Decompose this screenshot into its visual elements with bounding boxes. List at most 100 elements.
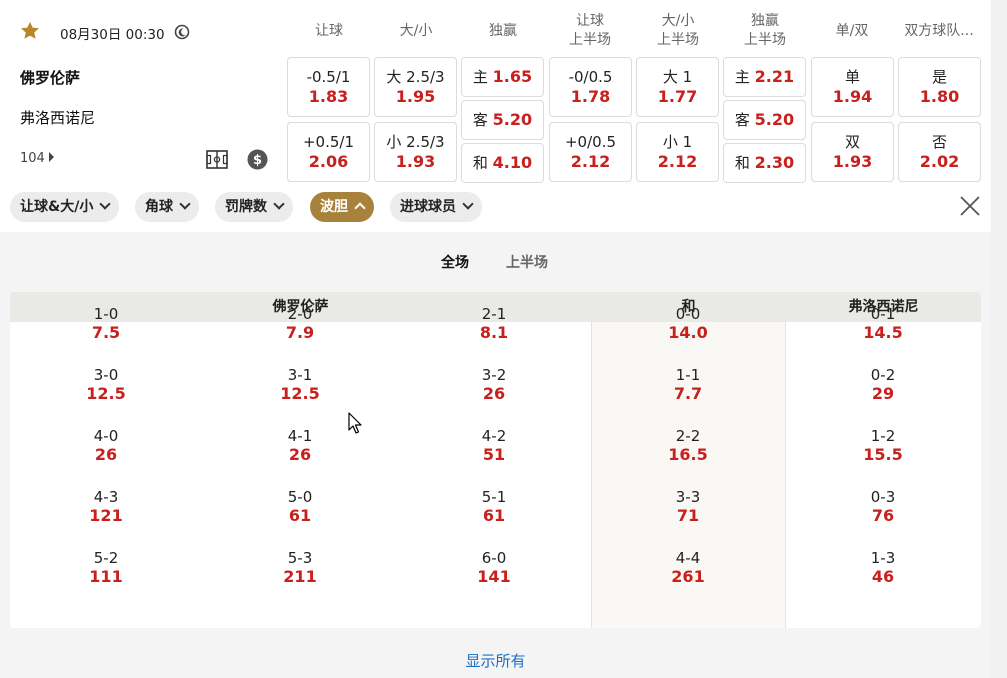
score-odds: 76 — [871, 506, 895, 525]
odds-value: 1.93 — [395, 152, 436, 171]
score-label: 5-3 — [287, 549, 313, 567]
odds-button[interactable]: 主 1.65 — [461, 57, 544, 97]
odds-button[interactable]: 是 1.80 — [898, 57, 981, 117]
score-odds: 16.5 — [668, 445, 708, 464]
odds-button[interactable]: 单 1.94 — [811, 57, 894, 117]
score-odds: 111 — [89, 567, 123, 586]
odds-button[interactable]: 否 2.02 — [898, 122, 981, 182]
score-cell[interactable]: 4-0 26 — [46, 427, 166, 465]
score-cell[interactable]: 1-1 7.7 — [628, 366, 748, 404]
score-cell[interactable]: 3-3 71 — [628, 488, 748, 526]
score-odds: 14.5 — [863, 323, 903, 342]
score-label: 1-3 — [870, 549, 896, 567]
chip-label: 罚牌数 — [225, 199, 267, 215]
score-label: 5-2 — [93, 549, 119, 567]
score-odds: 7.9 — [285, 323, 315, 342]
odds-button[interactable]: 小 2.5/3 1.93 — [374, 122, 457, 182]
score-cell[interactable]: 2-2 16.5 — [628, 427, 748, 465]
chip-label: 让球&大/小 — [20, 199, 94, 215]
score-label: 1-1 — [675, 366, 701, 384]
odds-button[interactable]: 客 5.20 — [461, 100, 544, 140]
mouse-cursor-icon — [348, 412, 362, 434]
odds-line: 主 — [734, 68, 750, 86]
odds-button[interactable]: 和 4.10 — [461, 143, 544, 183]
odds-button[interactable]: -0/0.5 1.78 — [549, 57, 632, 117]
score-cell[interactable]: 5-0 61 — [240, 488, 360, 526]
odds-button[interactable]: +0/0.5 2.12 — [549, 122, 632, 182]
score-label: 0-3 — [870, 488, 896, 506]
odds-value: 2.02 — [919, 152, 960, 171]
score-cell[interactable]: 3-2 26 — [434, 366, 554, 404]
tab-first-half[interactable]: 上半场 — [506, 252, 548, 272]
favorite-star-icon[interactable] — [19, 20, 41, 42]
svg-text:$: $ — [253, 153, 262, 168]
score-cell[interactable]: 4-3 121 — [46, 488, 166, 526]
odds-button[interactable]: -0.5/1 1.83 — [287, 57, 370, 117]
chevron-down-icon — [273, 198, 285, 210]
score-cell[interactable]: 0-0 14.0 — [628, 305, 748, 343]
score-label: 4-3 — [93, 488, 119, 506]
score-cell[interactable]: 1-2 15.5 — [823, 427, 943, 465]
filter-chip-cards[interactable]: 罚牌数 — [215, 192, 293, 222]
score-label: 4-4 — [675, 549, 701, 567]
odds-value: 1.78 — [570, 87, 611, 106]
show-all-link[interactable]: 显示所有 — [0, 650, 991, 671]
score-cell[interactable]: 4-2 51 — [434, 427, 554, 465]
scrollbar-track[interactable] — [991, 0, 1007, 678]
chip-label: 波胆 — [320, 199, 348, 215]
score-cell[interactable]: 2-0 7.9 — [240, 305, 360, 343]
more-markets-link[interactable]: 104 — [20, 151, 54, 166]
score-cell[interactable]: 0-2 29 — [823, 366, 943, 404]
odds-button[interactable]: 大 2.5/3 1.95 — [374, 57, 457, 117]
odds-button[interactable]: 大 1 1.77 — [636, 57, 719, 117]
odds-value: 2.30 — [754, 153, 795, 172]
score-cell[interactable]: 0-3 76 — [823, 488, 943, 526]
score-label: 2-1 — [481, 305, 507, 323]
score-cell[interactable]: 5-2 111 — [46, 549, 166, 587]
score-cell[interactable]: 2-1 8.1 — [434, 305, 554, 343]
score-cell[interactable]: 0-1 14.5 — [823, 305, 943, 343]
score-cell[interactable]: 1-3 46 — [823, 549, 943, 587]
odds-line: 客 — [472, 111, 488, 129]
odds-button[interactable]: 主 2.21 — [723, 57, 806, 97]
score-cell[interactable]: 1-0 7.5 — [46, 305, 166, 343]
score-cell[interactable]: 4-1 26 — [240, 427, 360, 465]
score-label: 3-1 — [287, 366, 313, 384]
chip-label: 角球 — [145, 199, 173, 215]
score-odds: 121 — [89, 506, 123, 525]
filter-chip-handicap-ou[interactable]: 让球&大/小 — [10, 192, 120, 222]
odds-button[interactable]: 客 5.20 — [723, 100, 806, 140]
odds-button[interactable]: 小 1 2.12 — [636, 122, 719, 182]
filter-chip-corners[interactable]: 角球 — [135, 192, 199, 222]
odds-button[interactable]: 双 1.93 — [811, 122, 894, 182]
score-odds: 7.5 — [91, 323, 121, 342]
score-cell[interactable]: 5-3 211 — [240, 549, 360, 587]
match-header: 08月30日 00:30 佛罗伦萨 弗洛西诺尼 104 $ 让球 大/小 独赢 … — [0, 0, 991, 190]
score-label: 4-1 — [287, 427, 313, 445]
close-icon[interactable] — [958, 194, 982, 218]
pitch-icon[interactable] — [206, 150, 228, 169]
score-odds: 15.5 — [863, 445, 903, 464]
chevron-down-icon — [462, 198, 474, 210]
chevron-down-icon — [99, 198, 111, 210]
odds-value: 2.12 — [570, 152, 611, 171]
filter-chip-goalscorer[interactable]: 进球球员 — [390, 192, 482, 222]
filter-chip-correct-score[interactable]: 波胆 — [310, 192, 374, 222]
more-count-label: 104 — [20, 151, 45, 166]
cash-out-icon[interactable]: $ — [247, 149, 268, 170]
tab-full-time[interactable]: 全场 — [441, 252, 469, 272]
odds-line: -0/0.5 — [568, 68, 613, 86]
score-cell[interactable]: 3-1 12.5 — [240, 366, 360, 404]
score-odds: 71 — [676, 506, 700, 525]
score-label: 1-2 — [870, 427, 896, 445]
away-team-name: 弗洛西诺尼 — [20, 109, 96, 127]
score-cell[interactable]: 4-4 261 — [628, 549, 748, 587]
score-cell[interactable]: 3-0 12.5 — [46, 366, 166, 404]
col-head-moneyline-h1: 独赢 上半场 — [744, 13, 786, 48]
col-head-moneyline: 独赢 — [489, 23, 517, 39]
odds-button[interactable]: +0.5/1 2.06 — [287, 122, 370, 182]
score-cell[interactable]: 5-1 61 — [434, 488, 554, 526]
odds-line: 和 — [472, 154, 488, 172]
odds-button[interactable]: 和 2.30 — [723, 143, 806, 183]
score-cell[interactable]: 6-0 141 — [434, 549, 554, 587]
